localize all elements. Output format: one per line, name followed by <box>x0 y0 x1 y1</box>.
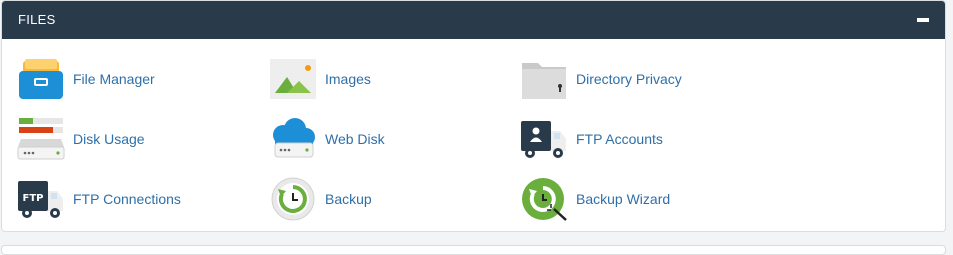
ftp-connections-link[interactable]: FTP FTP Connections <box>17 177 181 221</box>
files-panel: FILES File Manager Images Directory Priv… <box>1 0 946 232</box>
disk-usage-link[interactable]: Disk Usage <box>17 117 145 161</box>
disk-usage-icon <box>17 117 65 161</box>
ftp-accounts-label: FTP Accounts <box>576 131 663 147</box>
ftp-accounts-icon <box>520 117 568 161</box>
web-disk-icon <box>269 117 317 161</box>
backup-wizard-label: Backup Wizard <box>576 191 671 207</box>
panel-title: FILES <box>18 12 56 27</box>
backup-icon <box>269 177 317 221</box>
web-disk-label: Web Disk <box>325 131 385 147</box>
images-icon <box>269 57 317 101</box>
file-manager-icon <box>17 57 65 101</box>
backup-link[interactable]: Backup <box>269 177 372 221</box>
file-manager-label: File Manager <box>73 71 155 87</box>
svg-text:FTP: FTP <box>23 193 44 204</box>
ftp-connections-icon: FTP <box>17 177 65 221</box>
directory-privacy-link[interactable]: Directory Privacy <box>520 57 682 101</box>
disk-usage-label: Disk Usage <box>73 131 145 147</box>
web-disk-link[interactable]: Web Disk <box>269 117 385 161</box>
ftp-accounts-link[interactable]: FTP Accounts <box>520 117 663 161</box>
file-manager-link[interactable]: File Manager <box>17 57 155 101</box>
minus-icon[interactable] <box>915 12 931 28</box>
next-panel-edge <box>1 245 946 255</box>
panel-header[interactable]: FILES <box>2 1 945 39</box>
backup-label: Backup <box>325 191 372 207</box>
directory-privacy-label: Directory Privacy <box>576 71 682 87</box>
backup-wizard-icon <box>520 177 568 221</box>
images-link[interactable]: Images <box>269 57 371 101</box>
images-label: Images <box>325 71 371 87</box>
backup-wizard-link[interactable]: Backup Wizard <box>520 177 670 221</box>
directory-privacy-icon <box>520 57 568 101</box>
ftp-connections-label: FTP Connections <box>73 191 181 207</box>
